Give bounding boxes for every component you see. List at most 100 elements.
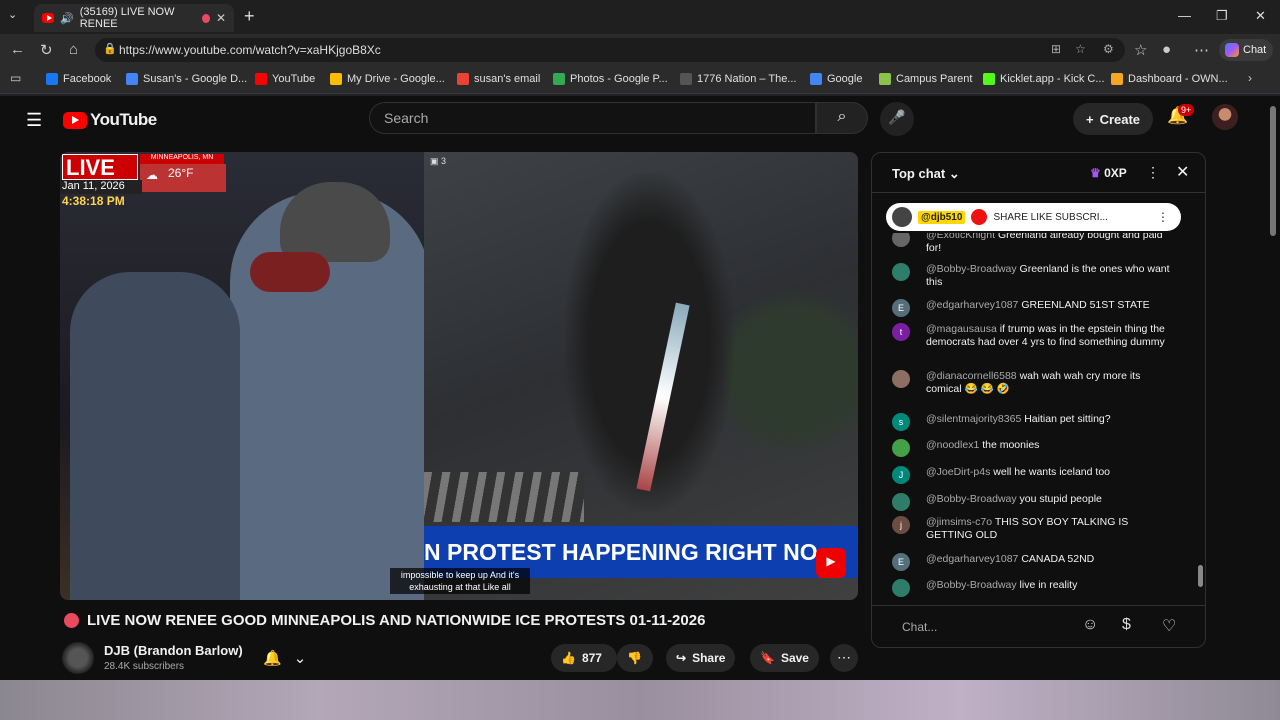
chat-mode-dropdown[interactable]: Top chat ⌄	[892, 166, 960, 182]
chat-user-avatar[interactable]: j	[892, 516, 910, 534]
bookmark-item[interactable]: Photos - Google P...	[553, 73, 668, 85]
video-player[interactable]: LIVE MINNEAPOLIS, MN ☁ 26°F Jan 11, 2026 …	[60, 152, 858, 600]
bookmark-item[interactable]: Facebook	[46, 73, 111, 85]
apps-icon[interactable]: ⊞	[1051, 42, 1061, 56]
save-button[interactable]: 🔖 Save	[750, 644, 819, 672]
chat-message[interactable]: @Bobby-Broadway live in reality	[892, 579, 1172, 597]
chat-user-avatar[interactable]	[892, 579, 910, 597]
maximize-icon[interactable]: ❐	[1216, 8, 1228, 24]
chat-username[interactable]: @Bobby-Broadway	[926, 579, 1017, 591]
chat-scrollbar[interactable]	[1198, 565, 1203, 587]
notification-settings-button[interactable]: 🔔 ⌄	[255, 644, 317, 672]
chat-message[interactable]: j @jimsims-c7o THIS SOY BOY TALKING IS GE…	[892, 516, 1172, 542]
bookmark-item[interactable]: Susan's - Google D...	[126, 73, 247, 85]
super-chat-icon[interactable]: $	[1122, 616, 1131, 634]
chat-message[interactable]: @dianacornell6588 wah wah wah cry more i…	[892, 370, 1172, 396]
bookmark-item[interactable]: Google	[810, 73, 862, 85]
bookmark-item[interactable]: susan's email	[457, 73, 540, 85]
youtube-logo[interactable]: YouTube	[63, 110, 157, 130]
home-icon[interactable]: ⌂	[69, 41, 78, 58]
chat-user-avatar[interactable]	[892, 370, 910, 388]
chat-username[interactable]: @JoeDirt-p4s	[926, 466, 990, 478]
search-button[interactable]: ⌕	[816, 102, 868, 134]
window-close-icon[interactable]: ✕	[1255, 8, 1266, 24]
bookmark-item[interactable]: Kicklet.app - Kick C...	[983, 73, 1105, 85]
chat-username[interactable]: @noodlex1	[926, 439, 979, 451]
url-bar[interactable]: 🔒 https://www.youtube.com/watch?v=xaHKjg…	[95, 38, 1125, 62]
bookmarks-overflow-icon[interactable]: ›	[1248, 71, 1252, 85]
profile-icon[interactable]: ●	[1162, 41, 1171, 58]
channel-name[interactable]: DJB (Brandon Barlow)	[104, 643, 243, 658]
menu-icon[interactable]: ☰	[26, 110, 42, 131]
chat-username[interactable]: @ExoticKnight	[926, 233, 995, 241]
xp-badge[interactable]: ♛ 0XP	[1090, 166, 1127, 180]
tab-list-icon[interactable]: ⌄	[8, 8, 17, 21]
chat-close-icon[interactable]: ✕	[1176, 162, 1189, 182]
chat-messages[interactable]: @ExoticKnight Greenland already bought a…	[872, 233, 1197, 603]
chat-user-avatar[interactable]: s	[892, 413, 910, 431]
share-button[interactable]: ↪ Share	[666, 644, 736, 672]
chat-user-avatar[interactable]: E	[892, 553, 910, 571]
chat-message[interactable]: @Bobby-Broadway you stupid people	[892, 493, 1172, 511]
account-avatar[interactable]	[1212, 104, 1238, 130]
chat-message[interactable]: @noodlex1 the moonies	[892, 439, 1172, 457]
back-icon[interactable]: ←	[10, 41, 25, 58]
bookmark-item[interactable]: YouTube	[255, 73, 315, 85]
tab-active[interactable]: 🔊 (35169) LIVE NOW RENEE ✕	[34, 4, 234, 32]
chat-options-icon[interactable]: ⋮	[1146, 164, 1160, 181]
tab-close-icon[interactable]: ✕	[216, 11, 226, 25]
chat-username[interactable]: @Bobby-Broadway	[926, 493, 1017, 505]
chat-username[interactable]: @edgarharvey1087	[926, 553, 1018, 565]
create-button[interactable]: + Create	[1073, 103, 1153, 135]
chat-user-avatar[interactable]	[892, 493, 910, 511]
chat-message[interactable]: @ExoticKnight Greenland already bought a…	[892, 233, 1172, 255]
chat-message[interactable]: s @silentmajority8365 Haitian pet sitting…	[892, 413, 1172, 431]
voice-search-button[interactable]: 🎤	[880, 102, 914, 136]
favorite-star-icon[interactable]: ☆	[1075, 42, 1086, 56]
chat-username[interactable]: @silentmajority8365	[926, 413, 1021, 425]
chat-message[interactable]: @Bobby-Broadway Greenland is the ones wh…	[892, 263, 1172, 289]
bookmark-item[interactable]: Dashboard - OWN...	[1111, 73, 1228, 85]
chat-username[interactable]: @magausausa	[926, 323, 997, 335]
subscribe-watermark-icon[interactable]: ▶	[816, 548, 846, 578]
chat-message[interactable]: t @magausausa if trump was in the epstein…	[892, 323, 1172, 349]
chat-message[interactable]: J @JoeDirt-p4s well he wants iceland too	[892, 466, 1172, 484]
heart-icon[interactable]: ♡	[1162, 616, 1176, 636]
favorites-icon[interactable]: ☆	[1134, 41, 1147, 59]
chat-username[interactable]: @jimsims-c7o	[926, 516, 992, 528]
like-button[interactable]: 👍 877	[551, 644, 617, 672]
audio-icon[interactable]: 🔊	[60, 12, 74, 25]
bookmark-item[interactable]: Campus Parent	[879, 73, 972, 85]
collections-icon[interactable]: ▭	[10, 71, 21, 85]
chat-username[interactable]: @edgarharvey1087	[926, 299, 1018, 311]
chat-username[interactable]: @dianacornell6588	[926, 370, 1017, 382]
chat-input[interactable]: Chat...	[902, 620, 937, 634]
chat-user-avatar[interactable]	[892, 233, 910, 247]
site-info-icon[interactable]: 🔒	[103, 42, 117, 55]
new-tab-icon[interactable]: +	[244, 6, 255, 27]
pinned-message[interactable]: @djb510 SHARE LIKE SUBSCRI... ⋮	[886, 203, 1181, 231]
emoji-icon[interactable]: ☺	[1082, 616, 1098, 634]
chat-user-avatar[interactable]	[892, 439, 910, 457]
minimize-icon[interactable]: —	[1178, 8, 1191, 23]
chat-user-avatar[interactable]: t	[892, 323, 910, 341]
chat-user-avatar[interactable]	[892, 263, 910, 281]
copilot-chat-button[interactable]: Chat	[1219, 39, 1273, 61]
refresh-icon[interactable]: ↻	[40, 41, 53, 59]
bookmark-item[interactable]: My Drive - Google...	[330, 73, 445, 85]
chat-user-avatar[interactable]: J	[892, 466, 910, 484]
page-scroll-thumb[interactable]	[1270, 106, 1276, 236]
chat-user-avatar[interactable]: E	[892, 299, 910, 317]
chat-message[interactable]: E @edgarharvey1087 CANADA 52ND	[892, 553, 1172, 571]
bookmark-item[interactable]: 1776 Nation – The...	[680, 73, 796, 85]
chat-message[interactable]: E @edgarharvey1087 GREENLAND 51ST STATE	[892, 299, 1172, 317]
pinned-options-icon[interactable]: ⋮	[1157, 210, 1169, 224]
more-actions-button[interactable]: ⋯	[830, 644, 858, 672]
dislike-button[interactable]: 👎	[617, 644, 653, 672]
page-scrollbar[interactable]	[1266, 96, 1280, 680]
extensions-icon[interactable]: ⚙	[1103, 42, 1114, 56]
chat-username[interactable]: @Bobby-Broadway	[926, 263, 1017, 275]
more-options-icon[interactable]: ⋯	[1194, 41, 1209, 59]
channel-avatar[interactable]	[62, 642, 94, 674]
search-input[interactable]: Search	[369, 102, 816, 134]
